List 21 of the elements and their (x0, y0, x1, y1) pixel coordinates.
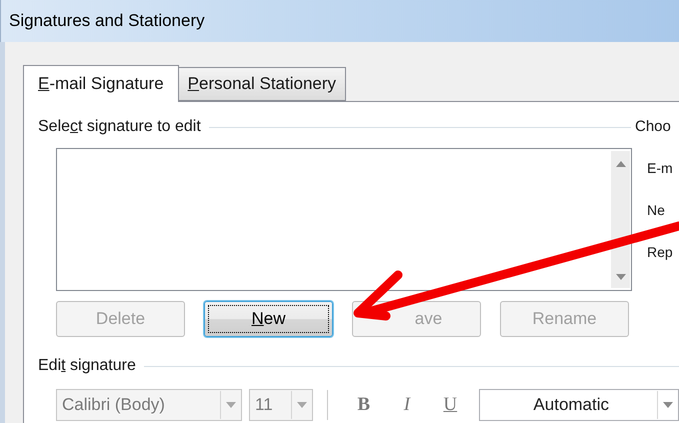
group-label: Edit signature (38, 357, 136, 375)
window-title: Signatures and Stationery (9, 11, 205, 31)
field-label: Ne (647, 202, 666, 218)
group-label: Select signature to edit (38, 118, 201, 136)
caret-icon (226, 402, 236, 408)
new-button[interactable]: New (204, 301, 333, 337)
field-label: Rep (647, 244, 673, 260)
underline-button[interactable]: U (428, 394, 472, 416)
field-label: E-m (647, 160, 673, 176)
caret-icon (616, 274, 626, 280)
tab[interactable]: E-mail Signature (23, 65, 179, 102)
color-dropdown[interactable]: Automatic (479, 389, 679, 421)
caret-icon (663, 402, 674, 408)
tab[interactable]: Personal Stationery (178, 67, 346, 101)
caret-icon (297, 402, 308, 408)
caret-icon (616, 161, 626, 167)
italic-button[interactable]: I (385, 394, 429, 416)
bold-button[interactable]: B (342, 394, 386, 416)
scrollbar[interactable] (611, 151, 630, 288)
group-label: Choo (635, 118, 671, 135)
signature-list[interactable] (56, 148, 632, 291)
